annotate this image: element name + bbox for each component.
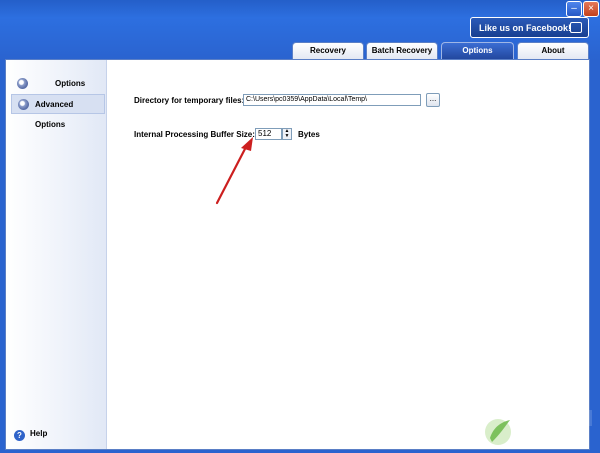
help-link[interactable]: Help xyxy=(30,429,47,438)
close-button[interactable]: × xyxy=(583,1,599,17)
minimize-button[interactable]: – xyxy=(566,1,582,17)
help-icon[interactable]: ? xyxy=(14,430,25,441)
browse-button[interactable]: ... xyxy=(426,93,440,107)
spin-down-icon[interactable]: ▼ xyxy=(283,134,291,139)
thumbs-up-icon xyxy=(570,22,582,33)
facebook-like-label: Like us on Facebook! xyxy=(479,23,572,33)
tab-recovery-label: Recovery xyxy=(309,46,347,55)
tab-batch-recovery-label: Batch Recovery xyxy=(371,46,433,55)
sidebar-item-options[interactable]: Options xyxy=(11,74,105,94)
temp-dir-label: Directory for temporary files: xyxy=(134,96,245,105)
tab-batch-recovery[interactable]: Batch Recovery xyxy=(366,42,438,59)
sidebar-item-label: Advanced Options xyxy=(35,100,74,129)
content-panel: Options Advanced Options ? Help Director… xyxy=(5,59,590,450)
titlebar: – × xyxy=(0,0,600,18)
facebook-like-button[interactable]: Like us on Facebook! xyxy=(470,17,589,38)
gear-disc-icon xyxy=(18,99,29,110)
tab-options[interactable]: Options xyxy=(441,42,514,59)
close-icon: × xyxy=(588,3,594,14)
gear-disc-icon xyxy=(17,78,28,89)
tab-about-label: About xyxy=(541,46,565,55)
buffer-unit-label: Bytes xyxy=(298,130,320,139)
sidebar: Options Advanced Options ? Help xyxy=(6,60,107,449)
watermark-logo xyxy=(485,410,592,445)
temp-dir-field[interactable]: C:\Users\pc0359\AppData\Local\Temp\ xyxy=(243,94,421,106)
minimize-icon: – xyxy=(571,3,577,14)
tab-about[interactable]: About xyxy=(517,42,589,59)
browse-button-label: ... xyxy=(429,94,437,103)
sidebar-item-label: Options xyxy=(55,79,86,88)
sidebar-item-advanced-options[interactable]: Advanced Options xyxy=(11,94,105,129)
annotation-arrow xyxy=(215,137,253,205)
temp-dir-value: C:\Users\pc0359\AppData\Local\Temp\ xyxy=(246,96,368,103)
tab-options-label: Options xyxy=(462,46,493,55)
buffer-size-stepper[interactable]: ▲ ▼ xyxy=(282,128,292,140)
tab-recovery[interactable]: Recovery xyxy=(292,42,364,59)
app-window: – × Like us on Facebook! Recovery Batch … xyxy=(0,0,600,453)
